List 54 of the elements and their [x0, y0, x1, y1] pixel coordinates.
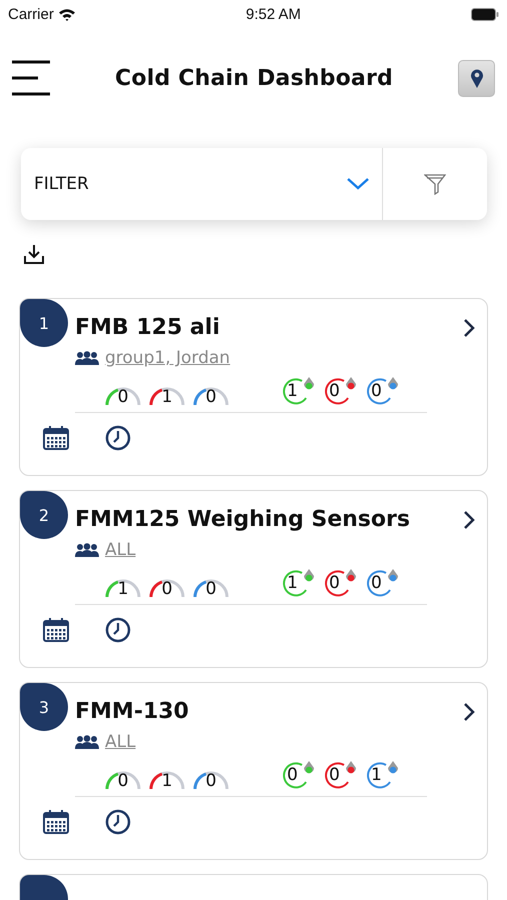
chevron-icon[interactable] — [463, 510, 475, 530]
sensor-counter: 0 — [322, 760, 360, 790]
gauge: 0 — [192, 574, 230, 598]
clock-icon[interactable] — [105, 809, 131, 835]
card-number: 1 — [20, 299, 68, 347]
page-title: Cold Chain Dashboard — [115, 66, 393, 90]
filter-icon — [424, 173, 446, 195]
gauge: 0 — [104, 382, 142, 406]
wifi-icon — [58, 8, 76, 20]
filter-dropdown[interactable]: FILTER — [21, 148, 383, 220]
calendar-icon[interactable] — [43, 618, 69, 642]
sensor-counter: 0 — [280, 760, 318, 790]
group-icon — [75, 351, 99, 365]
calendar-icon[interactable] — [43, 426, 69, 450]
sensor-counter: 0 — [364, 376, 402, 406]
sensor-counter: 1 — [280, 376, 318, 406]
gauge: 1 — [148, 766, 186, 790]
sensor-counter: 0 — [322, 376, 360, 406]
sensor-counter: 0 — [364, 568, 402, 598]
gauge: 0 — [192, 382, 230, 406]
battery-icon — [470, 8, 499, 20]
device-name: FMM125 Weighing Sensors — [75, 507, 410, 532]
gauge: 0 — [104, 766, 142, 790]
chevron-down-icon — [346, 177, 370, 191]
sensor-counter: 0 — [322, 568, 360, 598]
group-link[interactable]: ALL — [105, 732, 136, 752]
clock-time: 9:52 AM — [246, 6, 301, 22]
map-pin-icon — [470, 68, 484, 88]
gauge: 1 — [148, 382, 186, 406]
gauge: 0 — [148, 574, 186, 598]
card-number: 3 — [20, 683, 68, 731]
menu-icon[interactable] — [12, 60, 50, 96]
carrier-label: Carrier — [8, 6, 54, 22]
device-card[interactable]: 1 FMB 125 ali group1, Jordan 0 1 0 1 0 0 — [19, 298, 488, 476]
group-link[interactable]: group1, Jordan — [105, 348, 230, 368]
device-name: FMM-130 — [75, 699, 189, 724]
group-icon — [75, 543, 99, 557]
gauge: 0 — [192, 766, 230, 790]
group-link[interactable]: ALL — [105, 540, 136, 560]
sensor-counter: 1 — [364, 760, 402, 790]
device-name: FMB 125 ali — [75, 315, 220, 340]
download-icon[interactable] — [24, 244, 44, 264]
clock-icon[interactable] — [105, 425, 131, 451]
device-card[interactable]: 3 FMM-130 ALL 0 1 0 0 0 1 — [19, 682, 488, 860]
gauge: 1 — [104, 574, 142, 598]
chevron-icon[interactable] — [463, 318, 475, 338]
group-icon — [75, 735, 99, 749]
map-button[interactable] — [458, 60, 495, 96]
chevron-icon[interactable] — [463, 702, 475, 722]
sensor-counter: 1 — [280, 568, 318, 598]
clock-icon[interactable] — [105, 617, 131, 643]
device-card[interactable]: 2 FMM125 Weighing Sensors ALL 1 0 0 1 0 0 — [19, 490, 488, 668]
calendar-icon[interactable] — [43, 810, 69, 834]
card-number: 2 — [20, 491, 68, 539]
